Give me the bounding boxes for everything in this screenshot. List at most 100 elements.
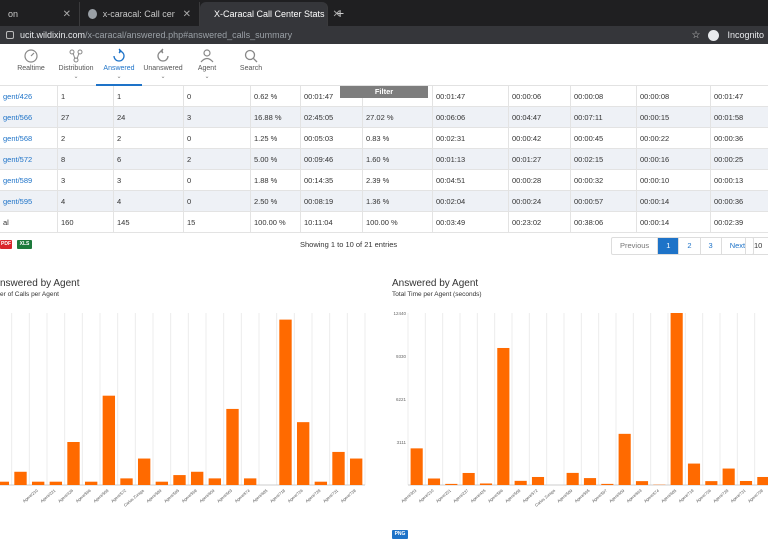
x-tick-label: Agent/718 bbox=[677, 487, 695, 503]
nav-realtime[interactable]: Realtime bbox=[8, 44, 54, 86]
table-cell: 5.00 % bbox=[250, 149, 300, 170]
browser-tab[interactable]: on ✕ bbox=[0, 2, 80, 26]
x-tick-label: Agent/589 bbox=[556, 487, 574, 503]
agent-link[interactable]: gent/566 bbox=[3, 113, 32, 122]
nav-label: Unanswered bbox=[143, 65, 183, 72]
table-cell: 00:07:11 bbox=[570, 107, 636, 128]
bar bbox=[497, 347, 510, 485]
page-size-select[interactable]: 10 bbox=[745, 237, 768, 255]
bar bbox=[14, 471, 27, 485]
browser-tab[interactable]: x-caracal: Call center monitori... ✕ bbox=[80, 2, 200, 26]
answered-icon bbox=[113, 48, 125, 62]
nav-agent[interactable]: Agent ⌄ bbox=[184, 44, 230, 86]
close-icon[interactable]: ✕ bbox=[183, 9, 191, 20]
nav-label: Agent bbox=[197, 65, 217, 72]
tab-label: on bbox=[8, 9, 19, 19]
table-cell: 1.36 % bbox=[362, 191, 432, 212]
table-cell: 02:45:05 bbox=[300, 107, 362, 128]
pager-page-2[interactable]: 2 bbox=[678, 238, 699, 254]
table-cell: 00:01:13 bbox=[432, 149, 508, 170]
url-path: /x-caracal/answered.php#answered_calls_s… bbox=[85, 30, 293, 40]
nav-label: Realtime bbox=[17, 65, 45, 72]
nav-search[interactable]: Search bbox=[228, 44, 274, 86]
nav-answered[interactable]: Answered ⌄ bbox=[96, 44, 142, 86]
close-icon[interactable]: ✕ bbox=[63, 9, 71, 20]
incognito-icon[interactable] bbox=[708, 29, 720, 41]
x-tick-label: Agent/731 bbox=[322, 487, 340, 503]
table-cell: 00:00:14 bbox=[636, 212, 710, 233]
table-cell: 3 bbox=[113, 170, 183, 191]
bookmark-star-icon[interactable]: ☆ bbox=[692, 30, 701, 41]
table-cell: 100.00 % bbox=[362, 212, 432, 233]
filter-button[interactable]: Filter bbox=[340, 86, 428, 98]
table-cell: 00:14:35 bbox=[300, 170, 362, 191]
x-tick-label: Agent/726 bbox=[287, 487, 305, 503]
url-host: ucit.wildixin.com bbox=[20, 30, 86, 40]
entries-info: Showing 1 to 10 of 21 entries bbox=[300, 240, 398, 249]
x-tick-label: Agent/566 bbox=[487, 487, 505, 503]
table-cell: 10:11:04 bbox=[300, 212, 362, 233]
x-tick-label: Agent/663 bbox=[625, 487, 643, 503]
table-cell: 2.39 % bbox=[362, 170, 432, 191]
x-tick-label: Agent/210 bbox=[417, 487, 435, 503]
close-icon[interactable]: ✕ bbox=[333, 9, 341, 20]
x-tick-label: Agent/221 bbox=[435, 487, 453, 503]
bar bbox=[102, 395, 116, 485]
bar bbox=[0, 481, 10, 485]
x-tick-label: Agent/221 bbox=[39, 487, 57, 503]
table-cell: 2 bbox=[183, 149, 250, 170]
bar bbox=[208, 478, 222, 485]
table-cell: 1 bbox=[113, 86, 183, 107]
bar bbox=[618, 433, 631, 485]
table-cell: 00:02:31 bbox=[432, 128, 508, 149]
table-cell: 16.88 % bbox=[250, 107, 300, 128]
table-cell: 0.83 % bbox=[362, 128, 432, 149]
nav-unanswered[interactable]: Unanswered ⌄ bbox=[140, 44, 186, 86]
bar bbox=[757, 476, 768, 485]
png-export-button[interactable]: PNG bbox=[392, 530, 408, 539]
chevron-down-icon: ⌄ bbox=[160, 74, 166, 80]
x-tick-label: Agent/426 bbox=[469, 487, 487, 503]
search-icon bbox=[244, 49, 258, 63]
bar bbox=[226, 408, 239, 485]
table-cell: 0 bbox=[183, 86, 250, 107]
table-cell: 00:01:47 bbox=[432, 86, 508, 107]
pager-page-1[interactable]: 1 bbox=[657, 238, 679, 254]
chevron-down-icon: ⌄ bbox=[73, 74, 79, 80]
pager-previous[interactable]: Previous bbox=[612, 238, 657, 254]
table-cell: 00:08:19 bbox=[300, 191, 362, 212]
agent-link[interactable]: gent/568 bbox=[3, 134, 32, 143]
table-cell: 100.00 % bbox=[250, 212, 300, 233]
bar bbox=[155, 481, 169, 485]
agent-link[interactable]: gent/426 bbox=[3, 92, 32, 101]
agent-link[interactable]: gent/572 bbox=[3, 155, 32, 164]
table-cell: 145 bbox=[113, 212, 183, 233]
x-tick-label: Agent/595 bbox=[573, 487, 591, 503]
agent-link[interactable]: gent/595 bbox=[3, 197, 32, 206]
address-bar[interactable]: ucit.wildixin.com /x-caracal/answered.ph… bbox=[0, 26, 768, 44]
y-tick-label: 12440 bbox=[393, 311, 406, 316]
table-cell: 0 bbox=[183, 128, 250, 149]
table-cell: 3 bbox=[183, 107, 250, 128]
pager-page-3[interactable]: 3 bbox=[699, 238, 721, 254]
bar bbox=[566, 472, 579, 485]
browser-tab-active[interactable]: X-Caracal Call Center Stats ✕ bbox=[200, 2, 341, 26]
x-tick-label: Agent/568 bbox=[92, 487, 110, 503]
table-cell: 160 bbox=[57, 212, 113, 233]
x-tick-label: Agent/728 bbox=[712, 487, 730, 503]
table-cell: 00:01:58 bbox=[710, 107, 768, 128]
table-cell: 27.02 % bbox=[362, 107, 432, 128]
table-cell: 00:02:39 bbox=[710, 212, 768, 233]
nav-label: Search bbox=[239, 65, 263, 72]
chart-1-title: nswered by Agent bbox=[0, 278, 80, 289]
pdf-export-button[interactable]: PDF bbox=[0, 240, 12, 249]
table-cell: 00:00:10 bbox=[636, 170, 710, 191]
nav-distribution[interactable]: Distribution ⌄ bbox=[53, 44, 99, 86]
bar bbox=[583, 478, 597, 485]
x-tick-label: Agent/685 bbox=[660, 487, 678, 503]
xls-export-button[interactable]: XLS bbox=[17, 240, 32, 249]
table-cell: 00:04:51 bbox=[432, 170, 508, 191]
x-tick-label: Agent/663 bbox=[216, 487, 234, 503]
agent-link[interactable]: gent/589 bbox=[3, 176, 32, 185]
x-tick-label: Agent/598 bbox=[181, 487, 199, 503]
